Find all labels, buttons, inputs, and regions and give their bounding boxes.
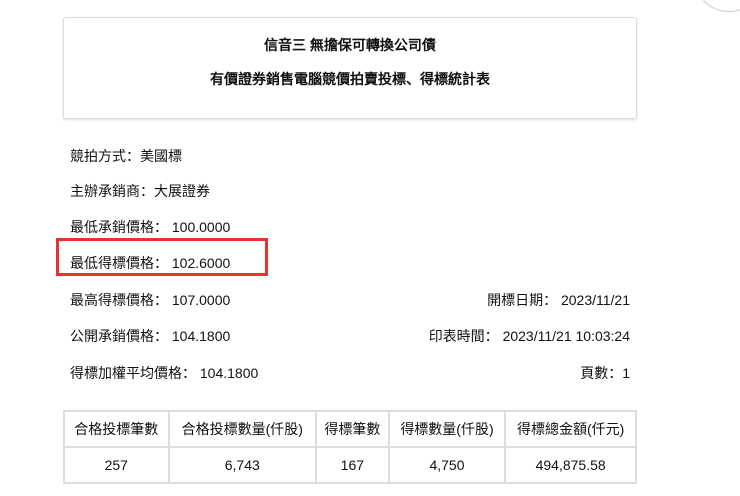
report-header: 信音三 無擔保可轉換公司債 有價證券銷售電腦競價拍賣投標、得標統計表 — [63, 17, 637, 119]
header-cell: 得標總金額(仟元) — [504, 410, 637, 448]
auction-method: 競拍方式：美國標 — [70, 148, 182, 164]
max-winning-price: 最高得標價格： 107.0000 — [70, 292, 231, 308]
stats-table: 合格投標筆數 合格投標數量(仟股) 得標筆數 得標數量(仟股) 得標總金額(仟元… — [63, 410, 637, 484]
table-header-row: 合格投標筆數 合格投標數量(仟股) 得標筆數 得標數量(仟股) 得標總金額(仟元… — [63, 410, 637, 448]
window-corner — [698, 0, 740, 12]
table-cell: 257 — [63, 446, 170, 484]
report-subtitle: 有價證券銷售電腦競價拍賣投標、得標統計表 — [210, 71, 490, 87]
report-title: 信音三 無擔保可轉換公司債 — [264, 37, 436, 53]
table-row: 257 6,743 167 4,750 494,875.58 — [63, 446, 637, 484]
underwriter: 主辦承銷商：大展證券 — [70, 183, 210, 199]
weighted-avg-price: 得標加權平均價格： 104.1800 — [70, 365, 259, 381]
print-time: 印表時間： 2023/11/21 10:03:24 — [428, 328, 630, 344]
public-price: 公開承銷價格： 104.1800 — [70, 328, 231, 344]
table-cell: 167 — [314, 446, 390, 484]
page-count: 頁數：1 — [580, 365, 630, 381]
table-cell: 6,743 — [167, 446, 317, 484]
table-cell: 4,750 — [387, 446, 507, 484]
highlight-box — [56, 238, 268, 276]
header-cell: 合格投標筆數 — [63, 410, 170, 448]
header-cell: 得標筆數 — [314, 410, 390, 448]
table-cell: 494,875.58 — [504, 446, 637, 484]
header-cell: 得標數量(仟股) — [387, 410, 507, 448]
header-cell: 合格投標數量(仟股) — [167, 410, 317, 448]
min-underwrite-price: 最低承銷價格： 100.0000 — [70, 219, 231, 235]
open-date: 開標日期： 2023/11/21 — [487, 292, 630, 308]
